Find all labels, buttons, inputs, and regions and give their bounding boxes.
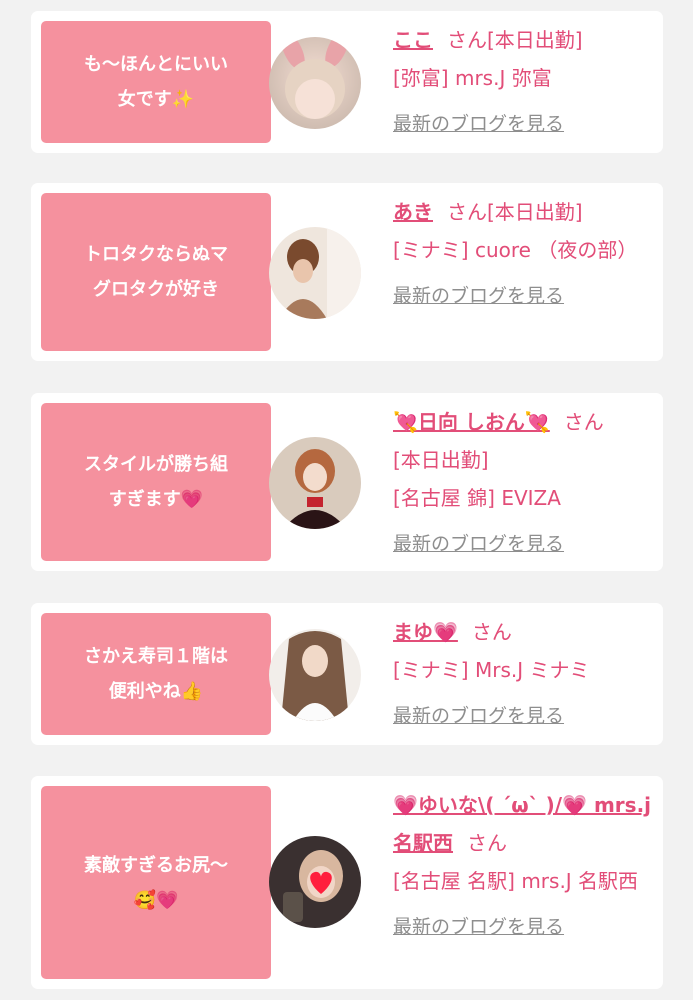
comment-card: スタイルが勝ち組 すぎます💗 💘日向 しおん💘 さん [本日出勤] [名古屋 錦]… (31, 393, 663, 571)
avatar[interactable] (269, 629, 361, 721)
girl-info: 💘日向 しおん💘 さん [本日出勤] [名古屋 錦] EVIZA 最新のブログを見… (393, 403, 653, 563)
shop-name: [ミナミ] Mrs.J ミナミ (393, 658, 590, 682)
avatar[interactable] (269, 437, 361, 529)
status-text: [本日出勤] (487, 28, 583, 52)
girl-name-link[interactable]: 💗ゆいな\( ´ω` )/💗 mrs.j名駅西 (393, 793, 651, 855)
shop-name: [名古屋 名駅] mrs.J 名駅西 (393, 869, 639, 893)
honorific: さん (467, 831, 507, 855)
honorific: さん (563, 410, 604, 434)
comment-line: も〜ほんとにいい (84, 54, 228, 75)
comment-line: 女です✨ (117, 89, 195, 110)
honorific: さん (471, 620, 512, 644)
honorific: さん (447, 28, 487, 52)
avatar[interactable] (269, 836, 361, 928)
comment-bubble: トロタクならぬマ グロタクが好き (41, 193, 281, 351)
latest-blog-link[interactable]: 最新のブログを見る (393, 277, 653, 315)
comment-line: 素敵すぎるお尻〜 (84, 854, 228, 876)
comment-line: トロタクならぬマ (84, 244, 228, 265)
comment-line: すぎます💗 (108, 489, 204, 510)
comment-bubble: スタイルが勝ち組 すぎます💗 (41, 403, 281, 561)
comment-line: 🥰💗 (133, 889, 179, 911)
girl-info: まゆ💗 さん [ミナミ] Mrs.J ミナミ 最新のブログを見る (393, 613, 653, 735)
latest-blog-link[interactable]: 最新のブログを見る (393, 697, 653, 735)
comment-line: グロタクが好き (93, 279, 219, 300)
status-text: [本日出勤] (487, 200, 583, 224)
status-text: [本日出勤] (393, 448, 489, 472)
comment-card: トロタクならぬマ グロタクが好き あき さん[本日出勤] [ミナミ] cuore … (31, 183, 663, 361)
girl-name-link[interactable]: 💘日向 しおん💘 (393, 410, 550, 434)
latest-blog-link[interactable]: 最新のブログを見る (393, 908, 653, 946)
comment-bubble: さかえ寿司１階は 便利やね👍 (41, 613, 281, 735)
avatar[interactable] (269, 227, 361, 319)
comment-bubble: も〜ほんとにいい 女です✨ (41, 21, 281, 143)
blog-comment-list: も〜ほんとにいい 女です✨ ここ さん[本日出勤] [弥富] mrs.J 弥富 最… (0, 0, 693, 1000)
shop-name: [弥富] mrs.J 弥富 (393, 66, 552, 90)
latest-blog-link[interactable]: 最新のブログを見る (393, 105, 653, 143)
comment-line: さかえ寿司１階は (84, 646, 228, 667)
girl-name-link[interactable]: ここ (393, 28, 433, 52)
girl-name-link[interactable]: まゆ💗 (393, 620, 458, 644)
girl-info: ここ さん[本日出勤] [弥富] mrs.J 弥富 最新のブログを見る (393, 21, 653, 143)
girl-info: 💗ゆいな\( ´ω` )/💗 mrs.j名駅西 さん [名古屋 名駅] mrs.J… (393, 786, 653, 946)
comment-bubble: 素敵すぎるお尻〜 🥰💗 (41, 786, 281, 979)
comment-card: も〜ほんとにいい 女です✨ ここ さん[本日出勤] [弥富] mrs.J 弥富 最… (31, 11, 663, 153)
latest-blog-link[interactable]: 最新のブログを見る (393, 525, 653, 563)
honorific: さん (447, 200, 487, 224)
girl-name-link[interactable]: あき (393, 200, 433, 224)
comment-line: 便利やね👍 (108, 681, 204, 702)
comment-card: 素敵すぎるお尻〜 🥰💗 💗ゆいな\( ´ω` )/💗 mrs.j名駅西 さん [名… (31, 776, 663, 989)
girl-info: あき さん[本日出勤] [ミナミ] cuore （夜の部） 最新のブログを見る (393, 193, 653, 315)
avatar[interactable] (269, 37, 361, 129)
shop-name: [名古屋 錦] EVIZA (393, 486, 561, 510)
shop-name: [ミナミ] cuore （夜の部） (393, 238, 638, 262)
comment-line: スタイルが勝ち組 (84, 454, 228, 475)
comment-card: さかえ寿司１階は 便利やね👍 まゆ💗 さん [ミナミ] Mrs.J ミナミ 最新の… (31, 603, 663, 745)
